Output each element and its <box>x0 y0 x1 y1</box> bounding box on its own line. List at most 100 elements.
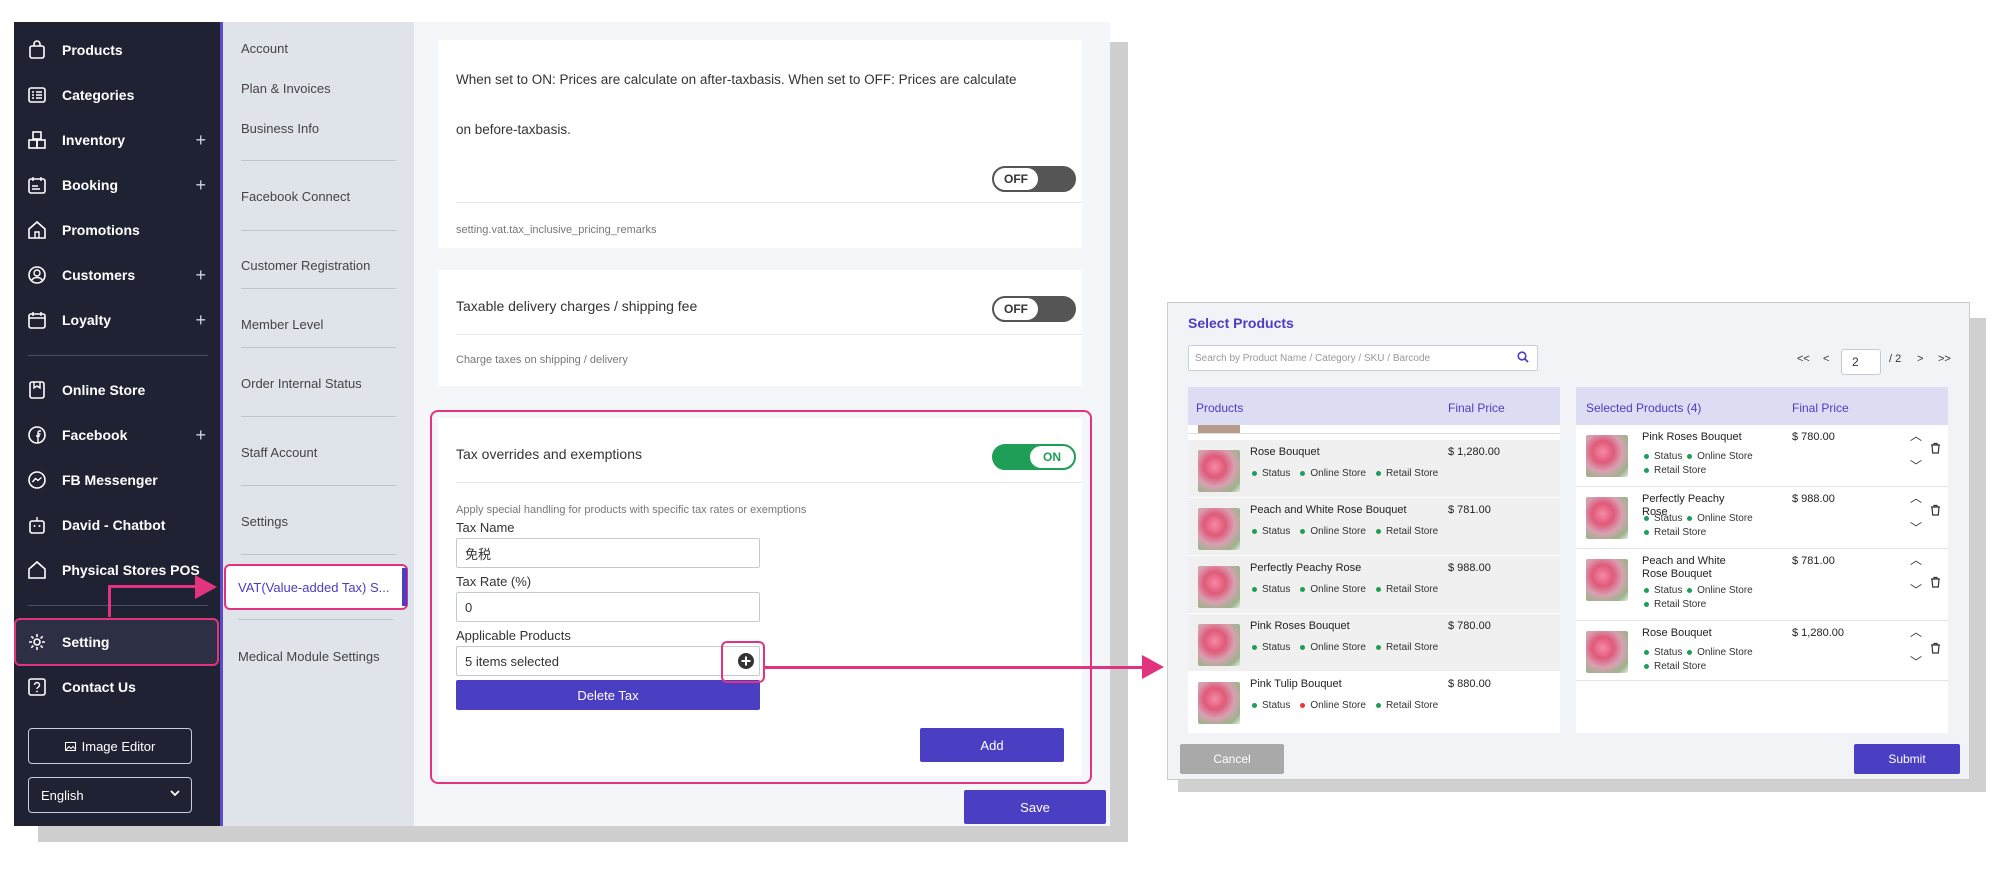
prev-page-button[interactable]: < <box>1823 353 1829 365</box>
subnav-item-member-level[interactable]: Member Level <box>241 317 323 332</box>
settings-window: Products Categories Inventory + Booking … <box>14 22 1110 826</box>
product-row[interactable]: Pink Tulip Bouquet $ 880.00 Status Online… <box>1188 672 1560 730</box>
sidebar-item-promotions[interactable]: Promotions <box>14 210 220 250</box>
product-thumbnail <box>1586 631 1628 673</box>
page-total: / 2 <box>1889 353 1902 365</box>
status-dot-red <box>1300 702 1306 708</box>
trash-icon[interactable] <box>1930 503 1941 521</box>
product-thumbnail <box>1198 682 1240 724</box>
card-divider <box>456 334 1082 335</box>
tax-inclusive-remarks: setting.vat.tax_inclusive_pricing_remark… <box>456 224 657 236</box>
subnav-divider <box>241 160 396 161</box>
delivery-tax-toggle[interactable]: OFF <box>992 296 1076 322</box>
product-row[interactable]: Rose Bouquet $ 1,280.00 Status Online Sto… <box>1188 440 1560 498</box>
last-page-button[interactable]: >> <box>1938 353 1951 365</box>
subnav-item-vat[interactable]: VAT(Value-added Tax) S... <box>238 580 390 595</box>
subnav-item-business-info[interactable]: Business Info <box>241 121 319 136</box>
move-down-icon[interactable]: ﹀ <box>1910 519 1922 536</box>
selected-row[interactable]: Pink Roses Bouquet $ 780.00 Status Onlin… <box>1576 425 1948 487</box>
products-header: Products <box>1196 401 1244 415</box>
sidebar-item-categories[interactable]: Categories <box>14 75 220 115</box>
sidebar-item-loyalty[interactable]: Loyalty + <box>14 300 220 340</box>
sidebar-item-label: Facebook <box>62 427 128 443</box>
sidebar-item-inventory[interactable]: Inventory + <box>14 120 220 160</box>
subnav-divider <box>241 347 396 348</box>
move-up-icon[interactable]: ︿ <box>1910 489 1922 506</box>
language-select[interactable]: English <box>28 777 192 813</box>
subnav-divider <box>241 288 396 289</box>
search-icon[interactable] <box>1517 351 1529 366</box>
selected-row[interactable]: Peach and White Rose Bouquet $ 781.00 St… <box>1576 549 1948 621</box>
move-up-icon[interactable]: ︿ <box>1910 623 1922 640</box>
sidebar-item-chatbot[interactable]: David - Chatbot <box>14 505 220 545</box>
subnav-item-settings[interactable]: Settings <box>241 514 288 529</box>
expand-plus-icon[interactable]: + <box>195 175 206 196</box>
expand-plus-icon[interactable]: + <box>195 310 206 331</box>
subnav-item-account[interactable]: Account <box>241 41 288 56</box>
annotation-arrow <box>108 587 111 617</box>
sidebar-item-facebook[interactable]: Facebook + <box>14 415 220 455</box>
trash-icon[interactable] <box>1930 575 1941 593</box>
expand-plus-icon[interactable]: + <box>195 130 206 151</box>
trash-icon[interactable] <box>1930 441 1941 459</box>
annotation-arrow <box>108 585 198 588</box>
expand-plus-icon[interactable]: + <box>195 265 206 286</box>
subnav-item-plan-invoices[interactable]: Plan & Invoices <box>241 81 331 96</box>
subnav-item-facebook-connect[interactable]: Facebook Connect <box>241 189 350 204</box>
sidebar-item-label: Booking <box>62 177 118 193</box>
subnav-divider <box>241 416 396 417</box>
sidebar-item-online-store[interactable]: Online Store <box>14 370 220 410</box>
move-down-icon[interactable]: ﹀ <box>1910 581 1922 598</box>
product-thumb-partial <box>1198 425 1240 433</box>
subnav-item-staff-account[interactable]: Staff Account <box>241 445 317 460</box>
tax-inclusive-card: When set to ON: Prices are calculate on … <box>438 40 1082 248</box>
page-number-input[interactable]: 2 <box>1841 349 1881 375</box>
image-editor-button[interactable]: Image Editor <box>28 728 192 764</box>
selected-row[interactable]: Perfectly Peachy Rose $ 988.00 Status On… <box>1576 487 1948 549</box>
sidebar-item-customers[interactable]: Customers + <box>14 255 220 295</box>
sidebar-item-booking[interactable]: Booking + <box>14 165 220 205</box>
annotation-arrowhead <box>1142 655 1164 684</box>
subnav-item-medical-module[interactable]: Medical Module Settings <box>238 649 380 664</box>
move-down-icon[interactable]: ﹀ <box>1910 653 1922 670</box>
status-dot-green <box>1252 702 1257 708</box>
bag-icon <box>26 39 48 61</box>
product-thumbnail <box>1198 566 1240 608</box>
sidebar-item-products[interactable]: Products <box>14 30 220 70</box>
move-up-icon[interactable]: ︿ <box>1910 551 1922 568</box>
calendar-star-icon <box>26 309 48 331</box>
sidebar: Products Categories Inventory + Booking … <box>14 22 220 826</box>
facebook-icon <box>26 424 48 446</box>
product-row[interactable]: Pink Roses Bouquet $ 780.00 Status Online… <box>1188 614 1560 672</box>
sidebar-item-physical-stores-pos[interactable]: Physical Stores POS <box>14 550 220 590</box>
sidebar-item-label: FB Messenger <box>62 472 158 488</box>
sidebar-item-label: Online Store <box>62 382 146 398</box>
subnav-item-order-internal-status[interactable]: Order Internal Status <box>241 376 362 391</box>
modal-title: Select Products <box>1188 315 1294 331</box>
next-page-button[interactable]: > <box>1917 353 1923 365</box>
product-row[interactable]: Peach and White Rose Bouquet $ 781.00 St… <box>1188 498 1560 556</box>
selected-products-panel: Selected Products (4) Final Price Pink R… <box>1576 387 1948 733</box>
products-panel-header: Products Final Price <box>1188 387 1560 425</box>
tax-inclusive-toggle[interactable]: OFF <box>992 166 1076 192</box>
save-button[interactable]: Save <box>964 790 1106 824</box>
first-page-button[interactable]: << <box>1797 353 1810 365</box>
cancel-button[interactable]: Cancel <box>1180 744 1284 774</box>
sidebar-item-label: Promotions <box>62 222 140 238</box>
product-thumbnail <box>1586 497 1628 539</box>
sidebar-item-label: Customers <box>62 267 136 283</box>
move-up-icon[interactable]: ︿ <box>1910 427 1922 444</box>
subnav-divider <box>241 230 396 231</box>
subnav-item-customer-registration[interactable]: Customer Registration <box>241 258 370 273</box>
sidebar-item-contact-us[interactable]: Contact Us <box>14 667 220 707</box>
expand-plus-icon[interactable]: + <box>195 425 206 446</box>
selected-row[interactable]: Rose Bouquet $ 1,280.00 Status Online St… <box>1576 621 1948 681</box>
product-row[interactable]: Perfectly Peachy Rose $ 988.00 Status Onl… <box>1188 556 1560 614</box>
sidebar-item-fb-messenger[interactable]: FB Messenger <box>14 460 220 500</box>
sidebar-item-setting[interactable]: Setting <box>14 622 220 662</box>
submit-button[interactable]: Submit <box>1854 744 1960 774</box>
product-search-input[interactable]: Search by Product Name / Category / SKU … <box>1188 345 1538 371</box>
annotation-arrowhead <box>195 575 217 604</box>
trash-icon[interactable] <box>1930 641 1941 659</box>
move-down-icon[interactable]: ﹀ <box>1910 457 1922 474</box>
